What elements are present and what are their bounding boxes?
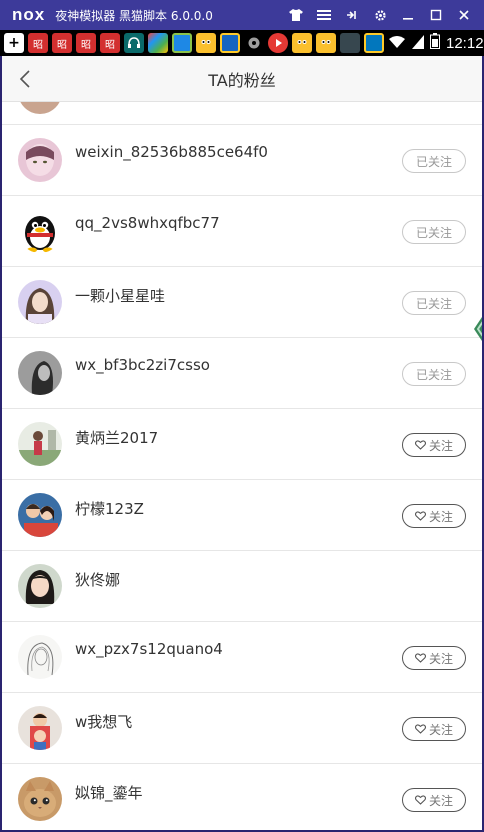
username: wx_pzx7s12quano4: [75, 640, 223, 658]
fan-list-item[interactable]: 姒锦_鎏年关注: [2, 764, 482, 830]
app-blue-icon: [220, 33, 240, 53]
app-blue-icon: [172, 33, 192, 53]
gear-icon[interactable]: [366, 0, 394, 30]
followed-button[interactable]: 已关注: [402, 362, 466, 386]
app-blue-icon: [364, 33, 384, 53]
circle-icon: [244, 33, 264, 53]
heart-icon: [414, 440, 426, 450]
emulator-logo: nox: [12, 5, 46, 24]
avatar[interactable]: [18, 209, 62, 253]
fan-list-item[interactable]: wx_bf3bc2zi7csso 已关注: [2, 338, 482, 409]
follow-button[interactable]: 关注: [402, 504, 466, 528]
notif-app-icon: 昭: [100, 33, 120, 53]
follow-button-label: 关注: [428, 509, 453, 524]
notif-app-icon: 昭: [76, 33, 96, 53]
maximize-icon[interactable]: [422, 0, 450, 30]
shirt-icon[interactable]: [282, 0, 310, 30]
username: 姒锦_鎏年: [75, 784, 143, 802]
app-colorful-icon: [148, 33, 168, 53]
fan-list-item[interactable]: 一颗小星星哇已关注: [2, 267, 482, 338]
fan-list-item[interactable]: wx_pzx7s12quano4 关注: [2, 622, 482, 693]
emulator-controls: [282, 0, 478, 30]
follow-button[interactable]: 关注: [402, 646, 466, 670]
fan-list-item[interactable]: 柠檬123Z 关注: [2, 480, 482, 551]
back-button[interactable]: [10, 64, 40, 94]
username: 狄佟娜: [75, 571, 121, 589]
username: 柠檬123Z: [75, 500, 144, 518]
followed-button[interactable]: 已关注: [402, 291, 466, 315]
status-time: 12:12: [446, 34, 484, 52]
avatar[interactable]: [18, 138, 62, 182]
username: wx_bf3bc2zi7csso: [75, 356, 210, 374]
followed-button[interactable]: 已关注: [402, 149, 466, 173]
fan-list-item[interactable]: w我想飞关注: [2, 693, 482, 764]
pin-icon[interactable]: [338, 0, 366, 30]
follow-button-label: 已关注: [415, 367, 452, 382]
emulator-title: 夜神模拟器 黑猫脚本 6.0.0.0: [55, 8, 213, 23]
username: 黄炳兰2017: [75, 429, 159, 447]
play-icon: [268, 33, 288, 53]
avatar[interactable]: [18, 493, 62, 537]
fan-list-item[interactable]: weixin_82536b885ce64f0 已关注: [2, 125, 482, 196]
avatar: [18, 102, 62, 114]
fans-list: weixin_82536b885ce64f0 已关注 qq_2vs8whxqfbc7…: [2, 102, 482, 830]
app-yellow-face-icon: [292, 33, 312, 53]
username: 一颗小星星哇: [75, 287, 166, 305]
follow-button[interactable]: 关注: [402, 717, 466, 741]
follow-button-label: 已关注: [415, 154, 452, 169]
heart-icon: [414, 653, 426, 663]
avatar[interactable]: [18, 635, 62, 679]
side-handle-icon[interactable]: [470, 314, 482, 344]
page-title: TA的粉丝: [208, 70, 276, 90]
avatar[interactable]: [18, 777, 62, 821]
username: weixin_82536b885ce64f0: [75, 143, 268, 161]
follow-button-label: 关注: [428, 651, 453, 666]
fans-screen: TA的粉丝 weixin_82536b885ce64f0 已关注 qq_2vs8wh…: [2, 56, 482, 830]
wifi-icon: [388, 34, 406, 53]
follow-button[interactable]: 关注: [402, 433, 466, 457]
follow-button-label: 关注: [428, 722, 453, 737]
avatar[interactable]: [18, 564, 62, 608]
emulator-title-bar: nox 夜神模拟器 黑猫脚本 6.0.0.0: [0, 0, 484, 30]
fan-list-item[interactable]: qq_2vs8whxqfbc77 已关注: [2, 196, 482, 267]
username: w我想飞: [75, 713, 133, 731]
battery-icon: [430, 33, 440, 53]
headset-icon: [124, 33, 144, 53]
avatar[interactable]: [18, 422, 62, 466]
app-yellow-face-icon: [196, 33, 216, 53]
app-dark-icon: [340, 33, 360, 53]
menu-icon[interactable]: [310, 0, 338, 30]
avatar[interactable]: [18, 280, 62, 324]
follow-button-label: 已关注: [415, 296, 452, 311]
follow-button-label: 关注: [428, 793, 453, 808]
signal-icon: [412, 34, 424, 53]
notif-app-icon: 昭: [28, 33, 48, 53]
heart-icon: [414, 724, 426, 734]
avatar[interactable]: [18, 351, 62, 395]
followed-button[interactable]: 已关注: [402, 220, 466, 244]
fan-list-item[interactable]: 黄炳兰2017 关注: [2, 409, 482, 480]
avatar[interactable]: [18, 706, 62, 750]
list-item-partial[interactable]: [2, 102, 482, 125]
close-icon[interactable]: [450, 0, 478, 30]
heart-icon: [414, 511, 426, 521]
heart-icon: [414, 795, 426, 805]
app-yellow-face-icon: [316, 33, 336, 53]
android-status-bar: + 昭 昭 昭 昭 12:12: [0, 30, 484, 56]
status-right-cluster: 12:12: [388, 33, 484, 53]
username: qq_2vs8whxqfbc77: [75, 214, 220, 232]
fan-list-item[interactable]: 狄佟娜: [2, 551, 482, 622]
add-icon: +: [4, 33, 24, 53]
chevron-left-icon: [19, 70, 30, 88]
follow-button[interactable]: 关注: [402, 788, 466, 812]
follow-button-label: 关注: [428, 438, 453, 453]
minimize-icon[interactable]: [394, 0, 422, 30]
notif-app-icon: 昭: [52, 33, 72, 53]
app-header: TA的粉丝: [2, 56, 482, 102]
follow-button-label: 已关注: [415, 225, 452, 240]
